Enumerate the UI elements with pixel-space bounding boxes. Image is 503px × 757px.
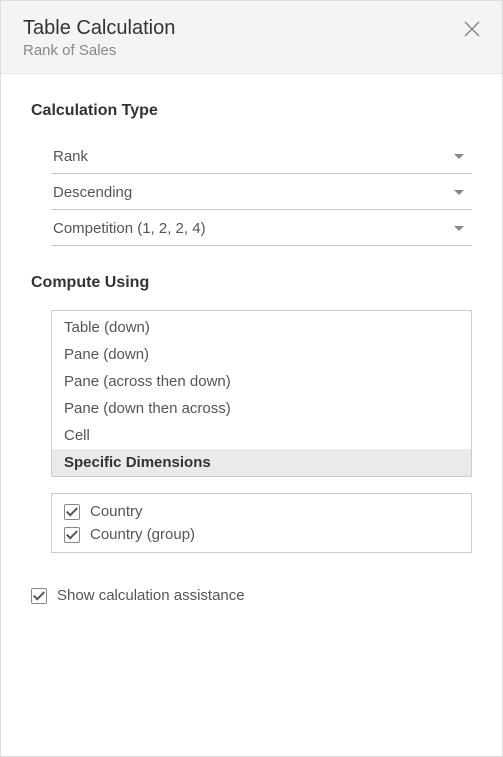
chevron-down-icon: [454, 190, 464, 195]
dimension-label: Country: [90, 503, 143, 520]
sort-order-value: Descending: [53, 184, 132, 201]
compute-using-listbox[interactable]: Table (down) Pane (down) Pane (across th…: [51, 310, 472, 477]
checkbox-icon: [31, 588, 47, 604]
show-assistance-label: Show calculation assistance: [57, 587, 245, 604]
dialog-content: Calculation Type Rank Descending Competi…: [1, 74, 502, 756]
calc-type-dropdown[interactable]: Rank: [51, 138, 472, 174]
dialog-title: Table Calculation: [23, 17, 480, 40]
sort-order-dropdown[interactable]: Descending: [51, 174, 472, 210]
dimension-country[interactable]: Country: [52, 500, 471, 523]
dimensions-listbox: Country Country (group): [51, 493, 472, 553]
close-icon: [463, 20, 481, 38]
chevron-down-icon: [454, 154, 464, 159]
checkbox-icon: [64, 527, 80, 543]
table-calculation-dialog: Table Calculation Rank of Sales Calculat…: [0, 0, 503, 757]
compute-option-table-down[interactable]: Table (down): [52, 311, 471, 341]
rank-method-value: Competition (1, 2, 2, 4): [53, 220, 206, 237]
dialog-header: Table Calculation Rank of Sales: [1, 1, 502, 74]
calculation-type-dropdowns: Rank Descending Competition (1, 2, 2, 4): [31, 138, 472, 246]
compute-option-cell[interactable]: Cell: [52, 422, 471, 449]
dialog-subtitle: Rank of Sales: [23, 42, 480, 59]
close-button[interactable]: [460, 17, 484, 41]
compute-option-pane-down-across[interactable]: Pane (down then across): [52, 395, 471, 422]
rank-method-dropdown[interactable]: Competition (1, 2, 2, 4): [51, 210, 472, 246]
compute-option-pane-down[interactable]: Pane (down): [52, 341, 471, 368]
compute-option-specific-dimensions[interactable]: Specific Dimensions: [52, 449, 471, 476]
dimension-country-group[interactable]: Country (group): [52, 523, 471, 546]
checkbox-icon: [64, 504, 80, 520]
show-assistance-checkbox[interactable]: Show calculation assistance: [31, 587, 472, 604]
compute-using-label: Compute Using: [31, 274, 472, 292]
chevron-down-icon: [454, 226, 464, 231]
compute-option-pane-across-down[interactable]: Pane (across then down): [52, 368, 471, 395]
calculation-type-label: Calculation Type: [31, 102, 472, 120]
dimension-label: Country (group): [90, 526, 195, 543]
calc-type-value: Rank: [53, 148, 88, 165]
